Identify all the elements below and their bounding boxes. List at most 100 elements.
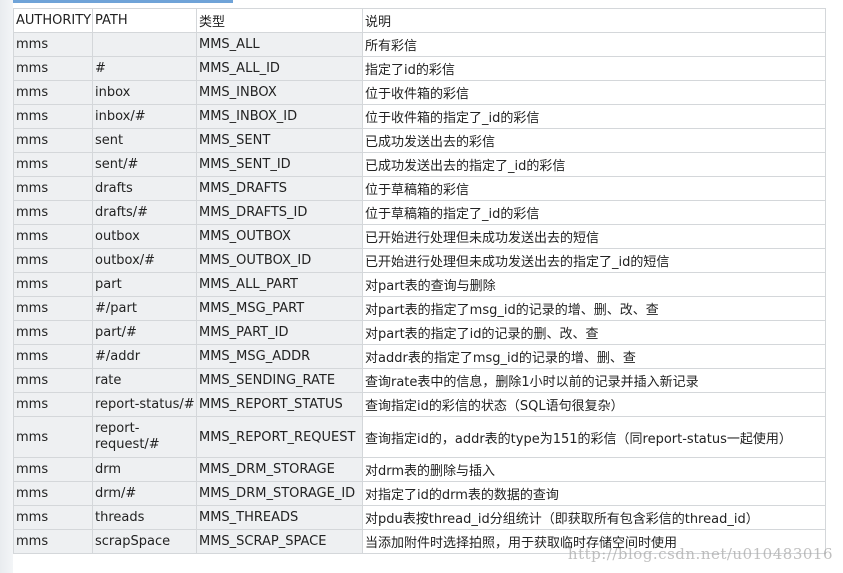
cell-path: # <box>92 56 197 81</box>
watermark-text: http://blog.csdn.net/u010483016 <box>567 545 833 563</box>
cell-path: scrapSpace <box>92 529 197 554</box>
cell-description: 位于收件箱的彩信 <box>362 80 826 105</box>
cell-description: 对drm表的删除与插入 <box>362 457 826 482</box>
cell-type: MMS_SENT_ID <box>196 152 363 177</box>
table-row: mms inbox MMS_INBOX 位于收件箱的彩信 <box>13 80 826 105</box>
table-row: mms report-request/# MMS_REPORT_REQUEST 查询指… <box>13 416 826 458</box>
cell-path: drafts <box>92 176 197 201</box>
cell-path: part/# <box>92 320 197 345</box>
column-header-type: 类型 <box>196 8 363 33</box>
cell-type: MMS_SENDING_RATE <box>196 368 363 393</box>
cell-authority: mms <box>13 392 93 417</box>
cell-path: threads <box>92 505 197 530</box>
cell-path: drm <box>92 457 197 482</box>
cell-authority: mms <box>13 224 93 249</box>
table-row: mms part MMS_ALL_PART 对part表的查询与删除 <box>13 272 826 297</box>
cell-type: MMS_MSG_PART <box>196 296 363 321</box>
table-row: mms sent MMS_SENT 已成功发送出去的彩信 <box>13 128 826 153</box>
cell-path: #/addr <box>92 344 197 369</box>
cell-description: 位于草稿箱的指定了_id的彩信 <box>362 200 826 225</box>
table-row: mms sent/# MMS_SENT_ID 已成功发送出去的指定了_id的彩信 <box>13 152 826 177</box>
table-row: mms drm/# MMS_DRM_STORAGE_ID 对指定了id的drm表的数据… <box>13 481 826 506</box>
cell-authority: mms <box>13 529 93 554</box>
cell-path: sent <box>92 128 197 153</box>
cell-path: sent/# <box>92 152 197 177</box>
cell-type: MMS_DRAFTS <box>196 176 363 201</box>
cell-type: MMS_SENT <box>196 128 363 153</box>
cell-path: #/part <box>92 296 197 321</box>
cell-path: inbox/# <box>92 104 197 129</box>
cell-type: MMS_REPORT_STATUS <box>196 392 363 417</box>
cell-description: 已成功发送出去的彩信 <box>362 128 826 153</box>
left-margin-strip <box>0 0 13 573</box>
cell-path: outbox <box>92 224 197 249</box>
uri-match-table: AUTHORITY PATH 类型 说明 mms MMS_ALL 所有彩信 mms # M… <box>13 8 826 554</box>
cell-path: report-request/# <box>92 416 197 458</box>
table-row: mms # MMS_ALL_ID 指定了id的彩信 <box>13 56 826 81</box>
cell-description: 对part表的指定了msg_id的记录的增、删、改、查 <box>362 296 826 321</box>
cell-type: MMS_MSG_ADDR <box>196 344 363 369</box>
cell-description: 查询指定id的，addr表的type为151的彩信（同report-status… <box>362 416 826 458</box>
top-accent-bar <box>13 0 233 3</box>
cell-authority: mms <box>13 296 93 321</box>
column-header-description: 说明 <box>362 8 826 33</box>
cell-path: part <box>92 272 197 297</box>
column-header-path: PATH <box>92 8 197 33</box>
table-row: mms MMS_ALL 所有彩信 <box>13 32 826 57</box>
cell-description: 已成功发送出去的指定了_id的彩信 <box>362 152 826 177</box>
table-row: mms part/# MMS_PART_ID 对part表的指定了id的记录的删、改、… <box>13 320 826 345</box>
cell-description: 对pdu表按thread_id分组统计（即获取所有包含彩信的thread_id） <box>362 505 826 530</box>
cell-authority: mms <box>13 248 93 273</box>
table-row: mms drafts/# MMS_DRAFTS_ID 位于草稿箱的指定了_id的彩信 <box>13 200 826 225</box>
cell-path: drafts/# <box>92 200 197 225</box>
table-row: mms report-status/# MMS_REPORT_STATUS 查询指定i… <box>13 392 826 417</box>
cell-type: MMS_THREADS <box>196 505 363 530</box>
cell-type: MMS_ALL_ID <box>196 56 363 81</box>
cell-type: MMS_ALL <box>196 32 363 57</box>
cell-description: 查询rate表中的信息，删除1小时以前的记录并插入新记录 <box>362 368 826 393</box>
page: AUTHORITY PATH 类型 说明 mms MMS_ALL 所有彩信 mms # M… <box>0 0 843 573</box>
cell-description: 位于草稿箱的彩信 <box>362 176 826 201</box>
cell-type: MMS_INBOX <box>196 80 363 105</box>
column-header-authority: AUTHORITY <box>13 8 93 33</box>
cell-type: MMS_SCRAP_SPACE <box>196 529 363 554</box>
cell-description: 已开始进行处理但未成功发送出去的短信 <box>362 224 826 249</box>
cell-authority: mms <box>13 368 93 393</box>
cell-description: 指定了id的彩信 <box>362 56 826 81</box>
cell-path: drm/# <box>92 481 197 506</box>
cell-authority: mms <box>13 416 93 458</box>
cell-path: outbox/# <box>92 248 197 273</box>
cell-authority: mms <box>13 104 93 129</box>
cell-path: report-status/# <box>92 392 197 417</box>
cell-authority: mms <box>13 200 93 225</box>
cell-authority: mms <box>13 152 93 177</box>
table-row: mms threads MMS_THREADS 对pdu表按thread_id分组统计… <box>13 505 826 530</box>
cell-authority: mms <box>13 320 93 345</box>
cell-type: MMS_OUTBOX_ID <box>196 248 363 273</box>
cell-description: 对addr表的指定了msg_id的记录的增、删、查 <box>362 344 826 369</box>
table-row: mms drm MMS_DRM_STORAGE 对drm表的删除与插入 <box>13 457 826 482</box>
cell-path <box>92 32 197 57</box>
table-row: mms #/part MMS_MSG_PART 对part表的指定了msg_id的记录… <box>13 296 826 321</box>
cell-type: MMS_DRAFTS_ID <box>196 200 363 225</box>
table-header-row: AUTHORITY PATH 类型 说明 <box>13 8 826 33</box>
cell-description: 已开始进行处理但未成功发送出去的指定了_id的短信 <box>362 248 826 273</box>
table-row: mms rate MMS_SENDING_RATE 查询rate表中的信息，删除1小时… <box>13 368 826 393</box>
cell-authority: mms <box>13 457 93 482</box>
cell-path: rate <box>92 368 197 393</box>
cell-type: MMS_DRM_STORAGE <box>196 457 363 482</box>
cell-authority: mms <box>13 481 93 506</box>
cell-type: MMS_OUTBOX <box>196 224 363 249</box>
cell-authority: mms <box>13 505 93 530</box>
cell-description: 对part表的查询与删除 <box>362 272 826 297</box>
cell-description: 对指定了id的drm表的数据的查询 <box>362 481 826 506</box>
cell-authority: mms <box>13 272 93 297</box>
cell-authority: mms <box>13 80 93 105</box>
cell-authority: mms <box>13 344 93 369</box>
cell-type: MMS_ALL_PART <box>196 272 363 297</box>
cell-path: inbox <box>92 80 197 105</box>
cell-description: 所有彩信 <box>362 32 826 57</box>
cell-type: MMS_PART_ID <box>196 320 363 345</box>
table-row: mms inbox/# MMS_INBOX_ID 位于收件箱的指定了_id的彩信 <box>13 104 826 129</box>
table-row: mms drafts MMS_DRAFTS 位于草稿箱的彩信 <box>13 176 826 201</box>
